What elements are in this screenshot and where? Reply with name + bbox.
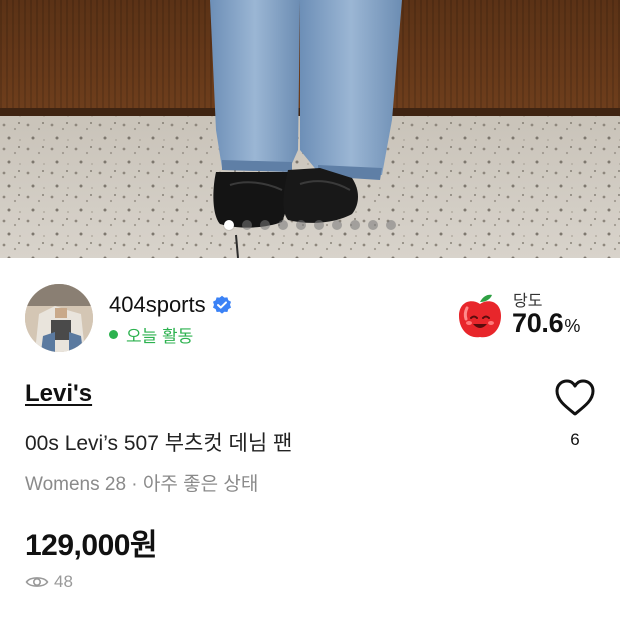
like-count: 6: [570, 430, 580, 449]
product-meta: Womens 28 · 아주 좋은 상태: [25, 474, 259, 495]
seller-name-text: 404sports: [109, 292, 206, 317]
heart-icon: [555, 379, 595, 416]
carousel-dot[interactable]: [224, 220, 234, 230]
product-price: 129,000원: [25, 529, 158, 562]
carousel-dot[interactable]: [242, 220, 252, 230]
eye-icon: [25, 574, 49, 590]
seller-avatar[interactable]: [25, 284, 93, 352]
view-count-text: 48: [54, 572, 73, 591]
product-title: 00s Levi’s 507 부츠컷 데님 팬: [25, 432, 293, 455]
like-button[interactable]: [553, 378, 597, 418]
brand-link[interactable]: Levi's: [25, 380, 92, 408]
seller-activity-status: 오늘 활동: [109, 322, 193, 347]
sweetness-value: 70.6%: [512, 308, 580, 339]
apple-icon: [457, 292, 503, 340]
sweetness-number: 70.6: [512, 308, 564, 338]
carousel-dot[interactable]: [260, 220, 270, 230]
carousel-dot[interactable]: [368, 220, 378, 230]
carousel-dot[interactable]: [278, 220, 288, 230]
carousel-dot[interactable]: [314, 220, 324, 230]
sweetness-score[interactable]: 당도 70.6%: [455, 284, 595, 352]
product-photo[interactable]: [0, 0, 620, 258]
activity-status-text: 오늘 활동: [126, 327, 194, 346]
carousel-dot[interactable]: [350, 220, 360, 230]
sweetness-unit: %: [564, 316, 581, 336]
verified-check-icon: [212, 295, 232, 315]
carousel-indicator[interactable]: [0, 220, 620, 232]
carousel-dot[interactable]: [386, 220, 396, 230]
carousel-dot[interactable]: [332, 220, 342, 230]
seller-name[interactable]: 404sports: [109, 292, 232, 318]
carousel-dot[interactable]: [296, 220, 306, 230]
seller-info[interactable]: 404sports 오늘 활동 당도 70.6%: [25, 284, 595, 354]
view-count: 48: [25, 572, 73, 592]
online-dot-icon: [109, 330, 118, 339]
